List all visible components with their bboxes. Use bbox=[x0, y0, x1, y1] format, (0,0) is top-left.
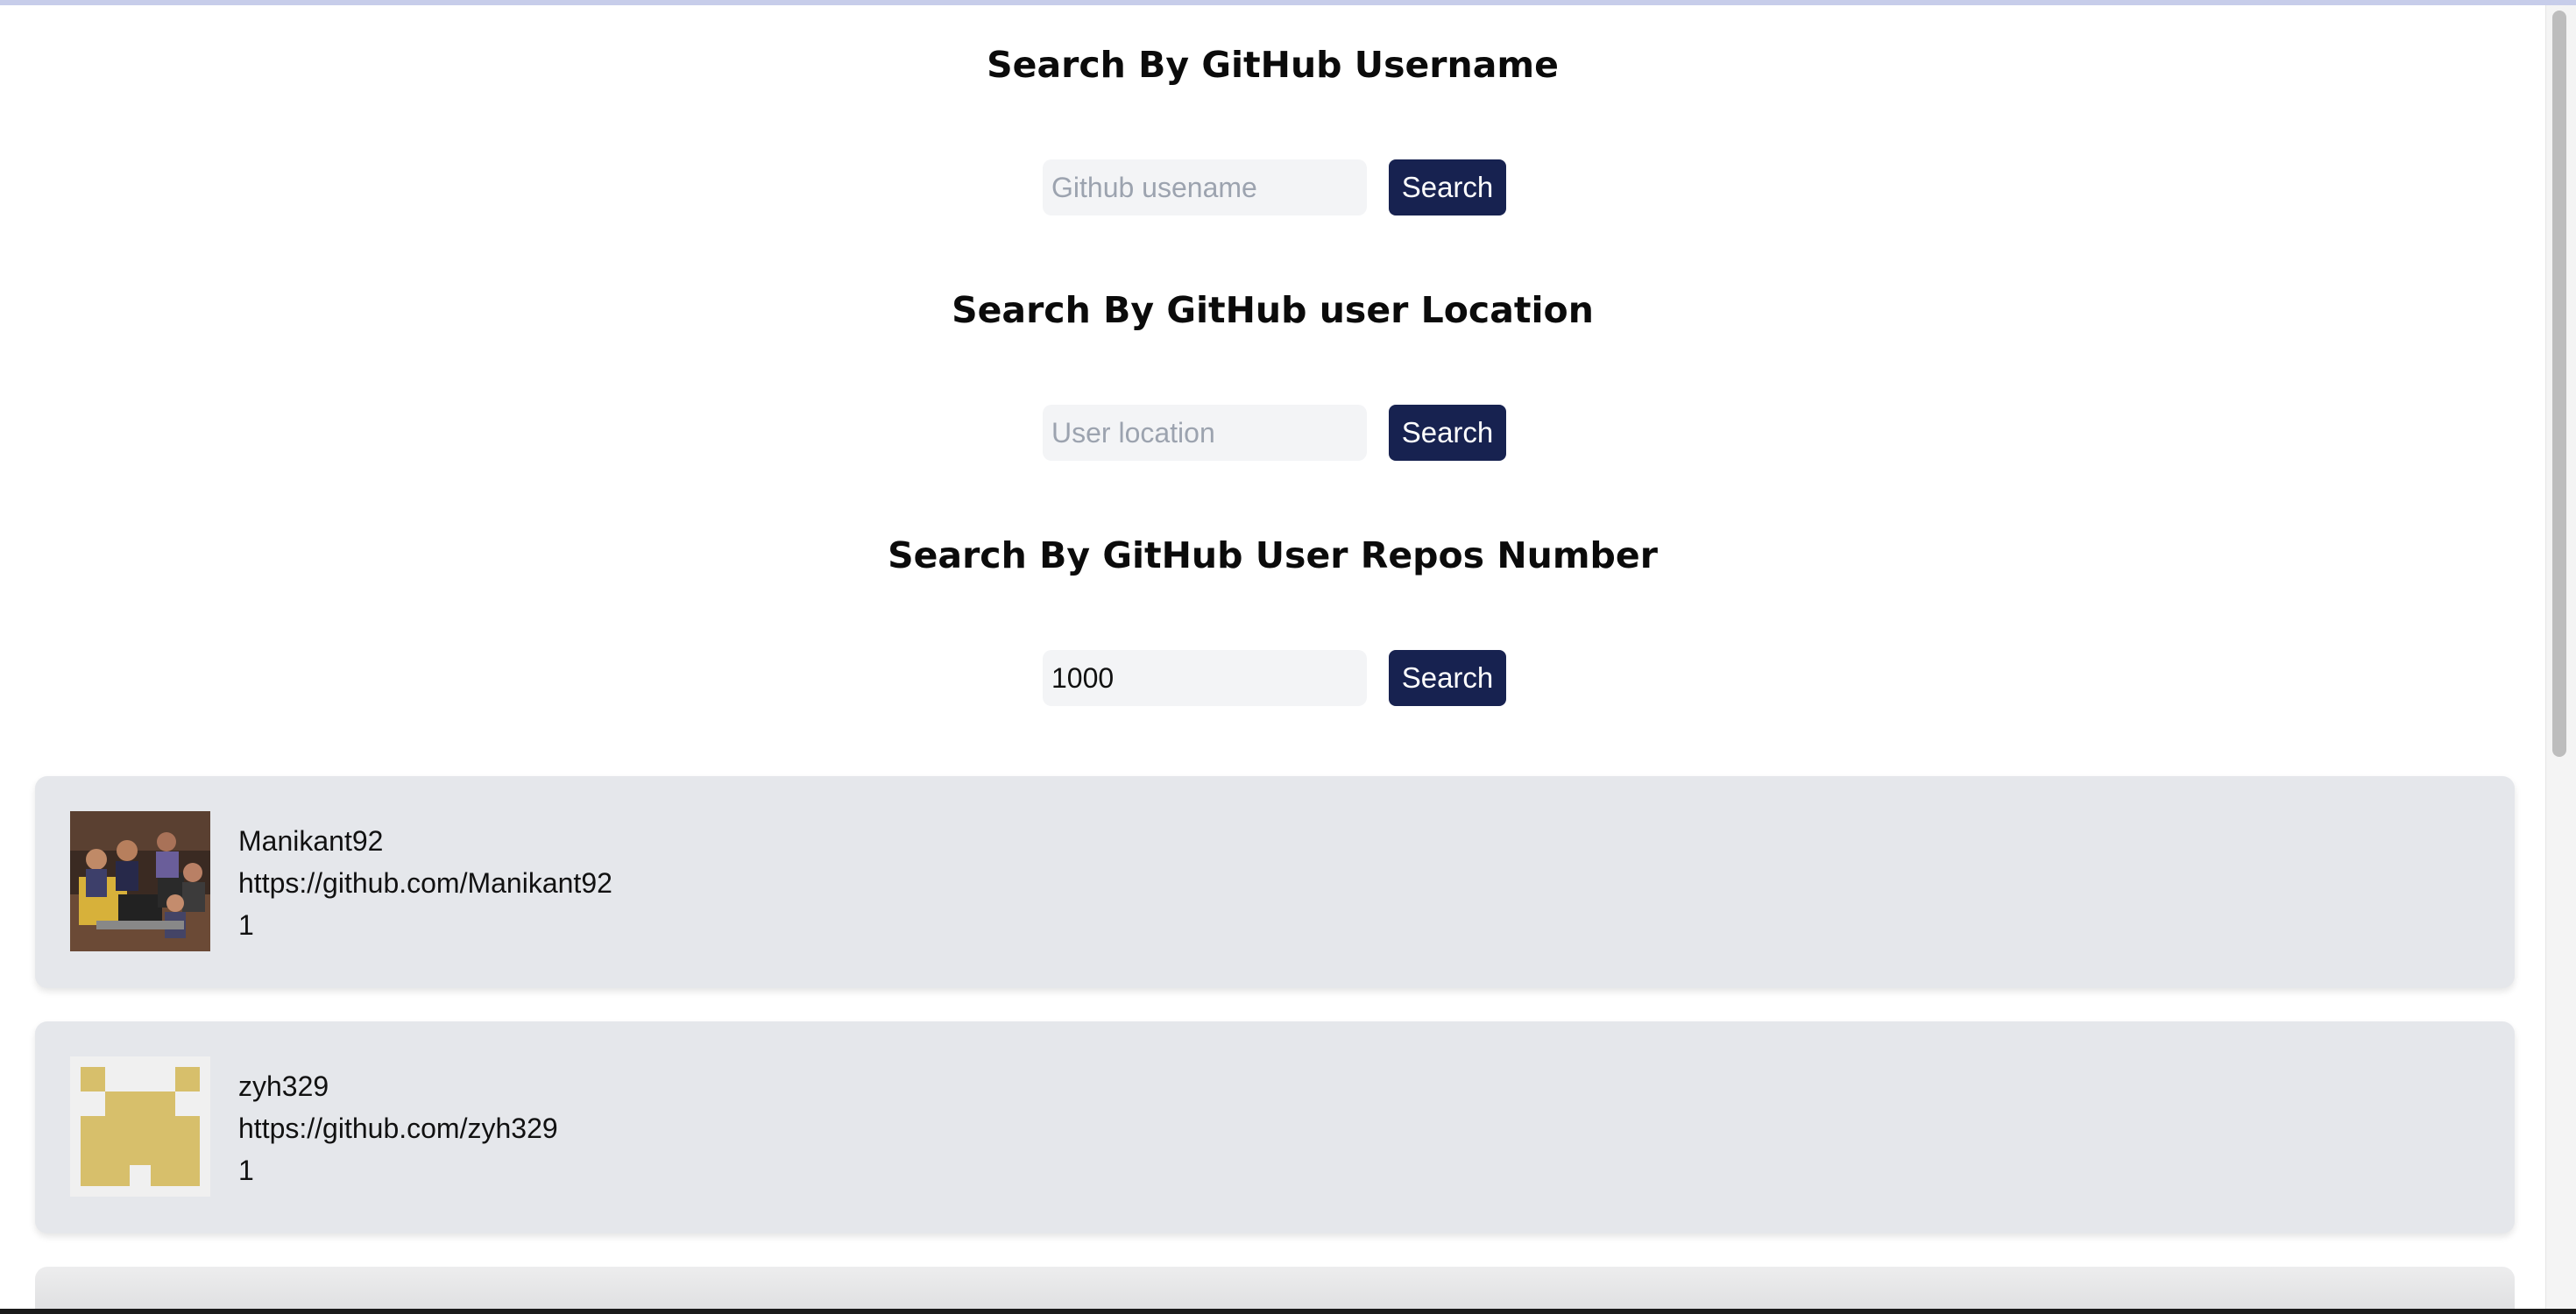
scrollbar-thumb[interactable] bbox=[2552, 11, 2566, 757]
identicon-avatar-icon bbox=[70, 1056, 210, 1197]
user-info: Manikant92 https://github.com/Manikant92… bbox=[238, 820, 612, 946]
location-search-input[interactable] bbox=[1043, 405, 1367, 461]
window-bottom-border bbox=[0, 1309, 2576, 1314]
username-search-title: Search By GitHub Username bbox=[987, 44, 1559, 86]
location-search-form: Search bbox=[1043, 405, 1507, 461]
group-photo-avatar-icon bbox=[70, 811, 210, 951]
repos-search-button[interactable]: Search bbox=[1389, 650, 1506, 706]
repos-search-title: Search By GitHub User Repos Number bbox=[888, 534, 1658, 576]
user-result-card[interactable]: Manikant92 https://github.com/Manikant92… bbox=[35, 776, 2515, 988]
repos-search-input[interactable] bbox=[1043, 650, 1367, 706]
username-search-button[interactable]: Search bbox=[1389, 159, 1506, 215]
username-search-input[interactable] bbox=[1043, 159, 1367, 215]
location-search-button[interactable]: Search bbox=[1389, 405, 1506, 461]
repos-count: 1 bbox=[238, 909, 254, 941]
username-text: Manikant92 bbox=[238, 825, 384, 857]
username-text: zyh329 bbox=[238, 1070, 329, 1102]
repos-search-form: Search bbox=[1043, 650, 1507, 706]
profile-url-link[interactable]: https://github.com/Manikant92 bbox=[238, 862, 612, 904]
profile-url-link[interactable]: https://github.com/zyh329 bbox=[238, 1107, 558, 1149]
user-result-card[interactable]: zyh329 https://github.com/zyh329 1 bbox=[35, 1021, 2515, 1233]
username-search-form: Search bbox=[1043, 159, 1507, 215]
location-search-title: Search By GitHub user Location bbox=[952, 289, 1594, 331]
repos-count: 1 bbox=[238, 1155, 254, 1186]
user-result-card-partial[interactable] bbox=[35, 1267, 2515, 1314]
user-info: zyh329 https://github.com/zyh329 1 bbox=[238, 1065, 558, 1191]
page-content: Search By GitHub Username Search Search … bbox=[0, 5, 2545, 1314]
